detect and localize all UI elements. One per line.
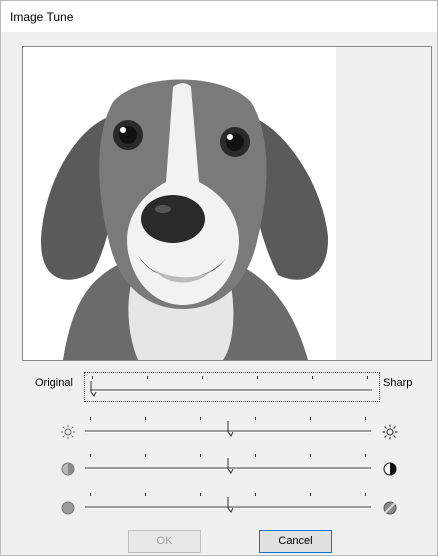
saturation-thumb[interactable] (227, 497, 234, 513)
saturation-high-icon (383, 501, 397, 515)
sharpness-sharp-label: Sharp (383, 377, 413, 389)
tick (365, 493, 366, 496)
tick (255, 493, 256, 496)
saturation-slider[interactable] (85, 491, 371, 517)
tick (200, 417, 201, 420)
brightness-thumb[interactable] (227, 421, 234, 437)
image-tune-dialog: Image Tune Original Sharp OK Cancel (0, 0, 438, 556)
tick (147, 376, 148, 379)
tick (145, 493, 146, 496)
contrast-thumb[interactable] (227, 458, 234, 474)
contrast-low-icon (61, 462, 75, 476)
tick (367, 376, 368, 379)
tick (90, 454, 91, 457)
sun-dim-icon (61, 425, 75, 439)
tick (90, 417, 91, 420)
sharpness-thumb[interactable] (90, 381, 97, 397)
tick (200, 454, 201, 457)
tick (90, 493, 91, 496)
title-bar: Image Tune (1, 1, 437, 32)
sharpness-track (90, 389, 372, 392)
sun-bright-icon (382, 424, 398, 440)
tick (365, 417, 366, 420)
tick (202, 376, 203, 379)
contrast-slider[interactable] (85, 452, 371, 478)
tick (200, 493, 201, 496)
contrast-high-icon (383, 462, 397, 476)
image-preview (22, 46, 432, 361)
beagle-photo (23, 47, 336, 360)
tick (365, 454, 366, 457)
tick (255, 454, 256, 457)
tick (310, 454, 311, 457)
preview-empty-area (336, 47, 431, 360)
brightness-slider[interactable] (85, 415, 371, 441)
tick (257, 376, 258, 379)
tick (310, 493, 311, 496)
tick (92, 376, 93, 379)
saturation-low-icon (61, 501, 75, 515)
tick (310, 417, 311, 420)
window-title: Image Tune (10, 10, 74, 24)
tick (145, 454, 146, 457)
sharpness-original-label: Original (35, 377, 73, 389)
cancel-button[interactable]: Cancel (259, 530, 332, 553)
ok-button[interactable]: OK (128, 530, 201, 553)
tick (255, 417, 256, 420)
tick (145, 417, 146, 420)
tick (312, 376, 313, 379)
sharpness-slider[interactable] (84, 372, 380, 402)
